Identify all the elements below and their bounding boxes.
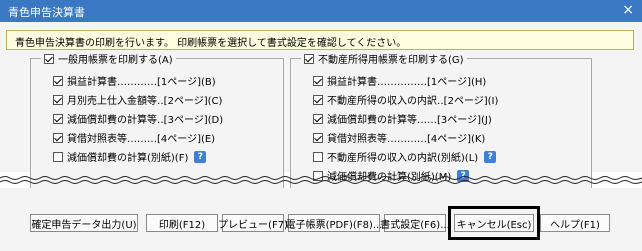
realestate-item-2[interactable]: 不動産所得の収入の内訳‥[2ページ](I) (313, 92, 498, 107)
general-item-label: 月別売上仕入金額等‥[2ページ](C) (67, 96, 223, 107)
realestate-item-label: 不動産所得の収入の内訳(別紙)(L) (327, 153, 479, 164)
realestate-item-4[interactable]: 貸借対照表等…………[4ページ](K) (313, 130, 485, 145)
realestate-item-3[interactable]: 減価償却費の計算等……[3ページ](J) (313, 111, 492, 126)
checkbox-icon[interactable] (313, 75, 323, 86)
general-group-checkbox[interactable]: 一般用帳票を印刷する(A) (41, 51, 176, 66)
checkbox-icon[interactable] (53, 75, 63, 86)
general-group: 一般用帳票を印刷する(A) 損益計算書…………[1ページ](B) 月別売上仕入金… (30, 51, 284, 192)
general-item-5[interactable]: 減価償却費の計算(別紙)(F) ? (53, 149, 207, 164)
help-button[interactable]: ヘルプ(F1) (540, 214, 610, 232)
checkbox-icon[interactable] (313, 151, 323, 162)
checkbox-icon[interactable] (53, 151, 63, 162)
checkbox-icon[interactable] (313, 113, 323, 124)
general-item-2[interactable]: 月別売上仕入金額等‥[2ページ](C) (53, 92, 222, 107)
format-settings-button[interactable]: 書式設定(F6)... (380, 214, 450, 232)
general-item-label: 減価償却費の計算(別紙)(F) (67, 153, 189, 164)
checkbox-icon[interactable] (313, 132, 323, 143)
realestate-item-1[interactable]: 損益計算書……………[1ページ](H) (313, 73, 486, 88)
help-icon[interactable]: ? (484, 150, 497, 163)
realestate-item-label: 損益計算書……………[1ページ](H) (327, 77, 487, 88)
general-item-label: 貸借対照表等………[4ページ](E) (67, 134, 216, 145)
realestate-group-checkbox[interactable]: 不動産所得用帳票を印刷する(G) (301, 51, 467, 66)
checkbox-icon[interactable] (304, 53, 314, 64)
realestate-item-label: 貸借対照表等…………[4ページ](K) (327, 134, 486, 145)
info-banner: 青色申告決算書の印刷を行います。 印刷帳票を選択して書式設定を確認してください。 (6, 30, 634, 50)
checkbox-icon[interactable] (313, 94, 323, 105)
dialog-body: 青色申告決算書の印刷を行います。 印刷帳票を選択して書式設定を確認してください。… (0, 22, 642, 192)
realestate-group: 不動産所得用帳票を印刷する(G) 損益計算書……………[1ページ](H) 不動産… (290, 51, 592, 192)
pdf-button[interactable]: 電子帳票(PDF)(F8)... (286, 214, 382, 232)
button-bar: 確定申告データ出力(U) 印刷(F12) プレビュー(F7) 電子帳票(PDF)… (0, 188, 642, 251)
realestate-item-label: 減価償却費の計算等……[3ページ](J) (327, 115, 492, 126)
help-icon[interactable]: ? (194, 150, 207, 163)
torn-edge-divider (0, 176, 642, 184)
info-text: 青色申告決算書の印刷を行います。 印刷帳票を選択して書式設定を確認してください。 (15, 38, 407, 49)
general-item-1[interactable]: 損益計算書…………[1ページ](B) (53, 73, 216, 88)
close-icon[interactable]: × (622, 2, 634, 18)
preview-button[interactable]: プレビュー(F7) (218, 214, 288, 232)
checkbox-icon[interactable] (44, 53, 54, 64)
title-bar: 青色申告決算書 × (0, 0, 642, 22)
print-button[interactable]: 印刷(F12) (146, 214, 218, 232)
checkbox-icon[interactable] (53, 94, 63, 105)
realestate-group-title: 不動産所得用帳票を印刷する(G) (318, 55, 464, 66)
general-group-title: 一般用帳票を印刷する(A) (58, 55, 173, 66)
window-title: 青色申告決算書 (8, 6, 85, 19)
realestate-item-label: 不動産所得の収入の内訳‥[2ページ](I) (327, 96, 499, 107)
general-item-label: 減価償却費の計算等‥[3ページ](D) (67, 115, 224, 126)
general-item-label: 損益計算書…………[1ページ](B) (67, 77, 216, 88)
cancel-highlight-box (448, 206, 540, 240)
checkbox-icon[interactable] (53, 113, 63, 124)
export-data-button[interactable]: 確定申告データ出力(U) (30, 214, 138, 232)
general-item-3[interactable]: 減価償却費の計算等‥[3ページ](D) (53, 111, 223, 126)
realestate-item-5[interactable]: 不動産所得の収入の内訳(別紙)(L) ? (313, 149, 497, 164)
general-item-4[interactable]: 貸借対照表等………[4ページ](E) (53, 130, 215, 145)
checkbox-icon[interactable] (53, 132, 63, 143)
